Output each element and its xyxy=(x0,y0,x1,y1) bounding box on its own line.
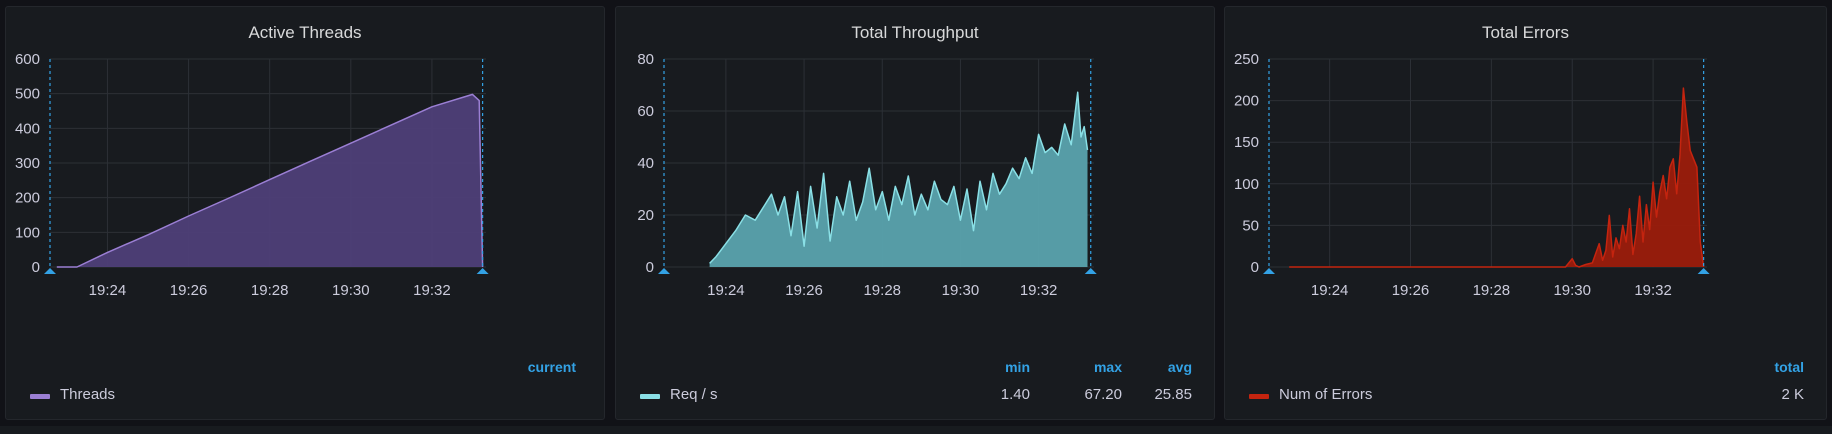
y-tick-label: 40 xyxy=(637,155,654,172)
legend-row[interactable]: Num of Errors 2 K xyxy=(1243,386,1808,406)
x-tick-label: 19:30 xyxy=(332,282,370,299)
x-tick-label: 19:28 xyxy=(251,282,289,299)
x-tick-label: 19:32 xyxy=(413,282,451,299)
time-marker-triangle xyxy=(1697,268,1710,274)
legend-value-avg: 25.85 xyxy=(1154,386,1192,403)
dashboard-bottom-edge xyxy=(0,426,1832,434)
time-marker-triangle xyxy=(1084,268,1097,274)
total-errors-chart: 0 50 100 150 200 250 19:24 19:26 19:28 19:30 19:32 xyxy=(1234,51,1710,299)
y-tick-label: 100 xyxy=(15,224,40,241)
x-tick-label: 19:30 xyxy=(1553,282,1591,299)
x-tick-label: 19:26 xyxy=(785,282,823,299)
series-label-num-of-errors[interactable]: Num of Errors xyxy=(1279,386,1372,403)
legend-value-min: 1.40 xyxy=(1000,386,1030,403)
x-tick-label: 19:24 xyxy=(1311,282,1349,299)
x-tick-label: 19:28 xyxy=(1473,282,1511,299)
series-label-req-s[interactable]: Req / s xyxy=(670,386,718,403)
legend-header-current[interactable]: current xyxy=(528,359,576,375)
x-tick-label: 19:24 xyxy=(89,282,127,299)
time-marker-triangle xyxy=(476,268,489,274)
y-tick-label: 300 xyxy=(15,155,40,172)
y-tick-label: 0 xyxy=(1251,259,1259,276)
legend-value-max: 67.20 xyxy=(1084,386,1122,403)
time-marker-triangle xyxy=(44,268,56,274)
active-threads-chart: 0 100 200 300 400 500 600 19:24 19:26 19:28 19:30 1… xyxy=(15,51,489,299)
series-color-swatch[interactable] xyxy=(640,394,660,399)
total-throughput-chart: 0 20 40 60 80 19:24 19:26 19:28 19:30 19:32 xyxy=(637,51,1097,299)
y-tick-label: 50 xyxy=(1242,217,1259,234)
y-tick-label: 200 xyxy=(15,190,40,207)
panel-active-threads[interactable]: Active Threads 0 100 200 300 400 500 600 19:24 1… xyxy=(5,6,605,420)
series-label-threads[interactable]: Threads xyxy=(60,386,115,403)
legend-header-total[interactable]: total xyxy=(1774,359,1804,375)
y-tick-label: 150 xyxy=(1234,134,1259,151)
panel-total-throughput[interactable]: Total Throughput 0 20 40 60 80 19:24 19:26 19:2… xyxy=(615,6,1215,420)
y-tick-label: 20 xyxy=(637,207,654,224)
y-tick-label: 0 xyxy=(32,259,40,276)
y-tick-label: 0 xyxy=(646,259,654,276)
x-tick-label: 19:32 xyxy=(1634,282,1672,299)
y-tick-label: 100 xyxy=(1234,176,1259,193)
dashboard: Active Threads 0 100 200 300 400 500 600 19:24 1… xyxy=(0,0,1832,434)
legend-header-max[interactable]: max xyxy=(1094,359,1122,375)
legend-header-avg[interactable]: avg xyxy=(1168,359,1192,375)
y-tick-label: 600 xyxy=(15,51,40,68)
y-tick-label: 200 xyxy=(1234,93,1259,110)
x-tick-label: 19:30 xyxy=(942,282,980,299)
legend-header-min[interactable]: min xyxy=(1005,359,1030,375)
x-tick-label: 19:24 xyxy=(707,282,745,299)
series-color-swatch[interactable] xyxy=(1249,394,1269,399)
y-tick-label: 400 xyxy=(15,120,40,137)
legend-row[interactable]: Req / s 1.40 67.20 25.85 xyxy=(634,386,1196,406)
x-tick-label: 19:32 xyxy=(1020,282,1058,299)
time-marker-triangle xyxy=(1263,268,1275,274)
series-area xyxy=(1289,88,1704,267)
x-tick-label: 19:28 xyxy=(863,282,901,299)
y-tick-label: 500 xyxy=(15,86,40,103)
legend-value-total: 2 K xyxy=(1781,386,1804,403)
time-marker-triangle xyxy=(658,268,670,274)
series-area xyxy=(709,92,1088,267)
panel-total-errors[interactable]: Total Errors 0 50 100 150 200 250 19:24 19:26 19… xyxy=(1224,6,1827,420)
legend-row[interactable]: Threads xyxy=(24,386,586,406)
y-tick-label: 60 xyxy=(637,103,654,120)
x-tick-label: 19:26 xyxy=(1392,282,1430,299)
y-tick-label: 80 xyxy=(637,51,654,68)
series-color-swatch[interactable] xyxy=(30,394,50,399)
y-tick-label: 250 xyxy=(1234,51,1259,68)
x-tick-label: 19:26 xyxy=(170,282,208,299)
